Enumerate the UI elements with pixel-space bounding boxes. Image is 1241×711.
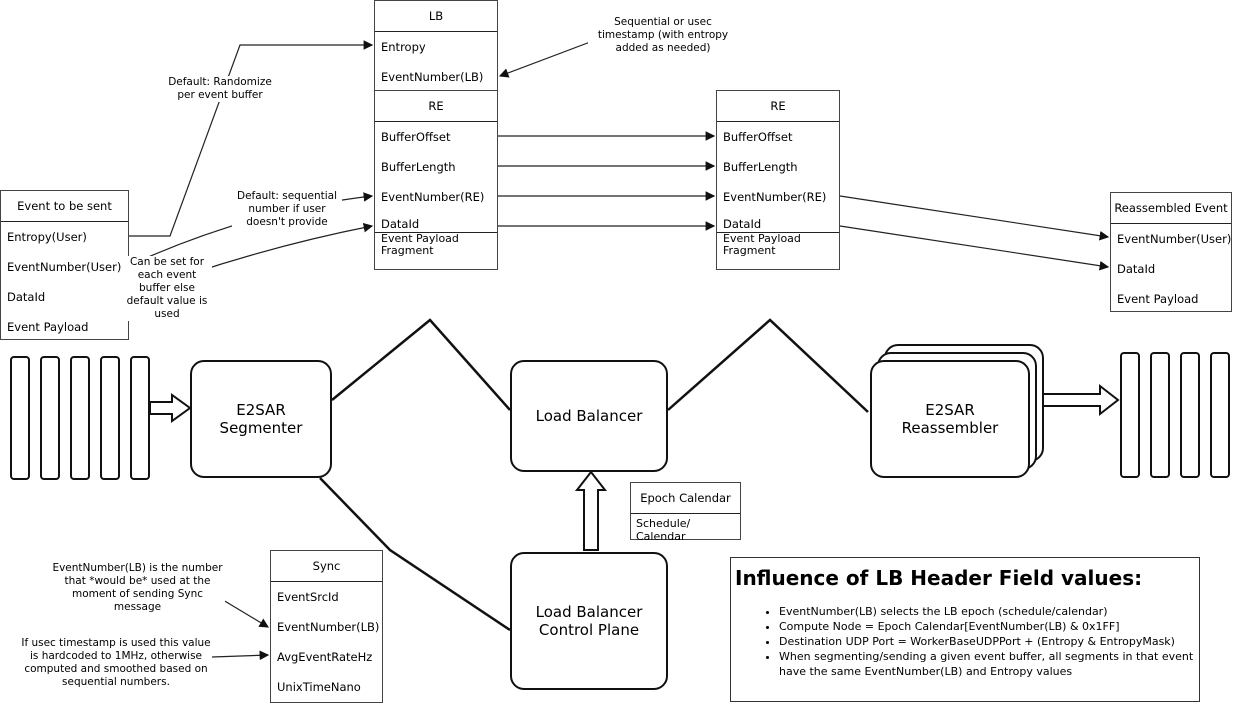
influence-title: Influence of LB Header Field values: — [735, 566, 1143, 590]
field: EventNumber(User) — [7, 260, 122, 274]
note-sync-rate: If usec timestamp is used this value is … — [20, 637, 212, 689]
node-label: Load Balancer — [535, 407, 643, 425]
sync-table: Sync EventSrcId EventNumber(LB) AvgEvent… — [270, 550, 383, 703]
table-title: RE — [375, 91, 497, 122]
event-buffer-icon — [40, 356, 60, 480]
field: EventSrcId — [277, 590, 339, 604]
field: AvgEventRateHz — [277, 650, 373, 664]
field: Event Payload — [1117, 292, 1199, 306]
field: Entropy — [381, 40, 426, 54]
note-dataid: Can be set for each event buffer else de… — [122, 256, 212, 321]
field: Entropy(User) — [7, 230, 87, 244]
table-title: Event to be sent — [1, 191, 128, 222]
event-buffer-icon — [1120, 352, 1140, 478]
node-label: E2SAR Reassembler — [901, 401, 999, 437]
event-buffer-icon — [1180, 352, 1200, 478]
list-item: EventNumber(LB) selects the LB epoch (sc… — [779, 604, 1199, 619]
event-buffer-icon — [100, 356, 120, 480]
table-title: Epoch Calendar — [631, 483, 740, 514]
table-title: LB — [375, 1, 497, 32]
event-buffer-icon — [1150, 352, 1170, 478]
field: EventNumber(User) — [1117, 232, 1232, 246]
field: DataId — [1117, 262, 1156, 276]
load-balancer-node: Load Balancer — [510, 360, 668, 472]
event-buffer-icon — [70, 356, 90, 480]
epoch-calendar-table: Epoch Calendar Schedule/ Calendar — [630, 482, 741, 543]
list-item: When segmenting/sending a given event bu… — [779, 649, 1199, 679]
list-item: Compute Node = Epoch Calendar[EventNumbe… — [779, 619, 1199, 634]
table-title: Reassembled Event — [1111, 193, 1231, 224]
event-to-be-sent-table: Event to be sent Entropy(User) EventNumb… — [0, 190, 129, 340]
e2sar-segmenter-node: E2SAR Segmenter — [190, 360, 332, 478]
field: EventNumber(RE) — [381, 190, 485, 204]
note-sequential: Sequential or usec timestamp (with entro… — [588, 16, 738, 55]
field: DataId — [381, 217, 420, 231]
event-buffer-icon — [1210, 352, 1230, 478]
payload-field: Event Payload Fragment — [717, 232, 839, 262]
field: BufferOffset — [723, 130, 793, 144]
field: DataId — [7, 290, 46, 304]
re-header-table-left: RE BufferOffset BufferLength EventNumber… — [374, 90, 498, 270]
field: DataId — [723, 217, 762, 231]
field: EventNumber(LB) — [277, 620, 380, 634]
table-title: Sync — [271, 551, 382, 582]
note-sync-eventnumber: EventNumber(LB) is the number that *woul… — [50, 562, 225, 614]
e2sar-reassembler-node: E2SAR Reassembler — [870, 360, 1030, 478]
node-label: Load Balancer Control Plane — [535, 603, 643, 639]
event-buffer-icon — [130, 356, 150, 480]
re-header-table-right: RE BufferOffset BufferLength EventNumber… — [716, 90, 840, 270]
field: BufferLength — [381, 160, 456, 174]
field: Event Payload — [7, 320, 89, 334]
event-buffer-icon — [10, 356, 30, 480]
field: BufferLength — [723, 160, 798, 174]
field: EventNumber(LB) — [381, 70, 484, 84]
table-title: RE — [717, 91, 839, 122]
lb-header-table: LB Entropy EventNumber(LB) — [374, 0, 498, 91]
field: BufferOffset — [381, 130, 451, 144]
list-item: Destination UDP Port = WorkerBaseUDPPort… — [779, 634, 1199, 649]
note-randomize: Default: Randomize per event buffer — [165, 76, 275, 102]
payload-field: Event Payload Fragment — [375, 232, 497, 262]
node-label: E2SAR Segmenter — [219, 401, 303, 437]
note-default-seq: Default: sequential number if user doesn… — [232, 190, 342, 229]
field: Schedule/ Calendar — [636, 517, 691, 543]
reassembled-event-table: Reassembled Event EventNumber(User) Data… — [1110, 192, 1232, 312]
influence-panel: Influence of LB Header Field values: Eve… — [730, 557, 1200, 702]
control-plane-node: Load Balancer Control Plane — [510, 552, 668, 690]
field: EventNumber(RE) — [723, 190, 827, 204]
field: UnixTimeNano — [277, 680, 361, 694]
